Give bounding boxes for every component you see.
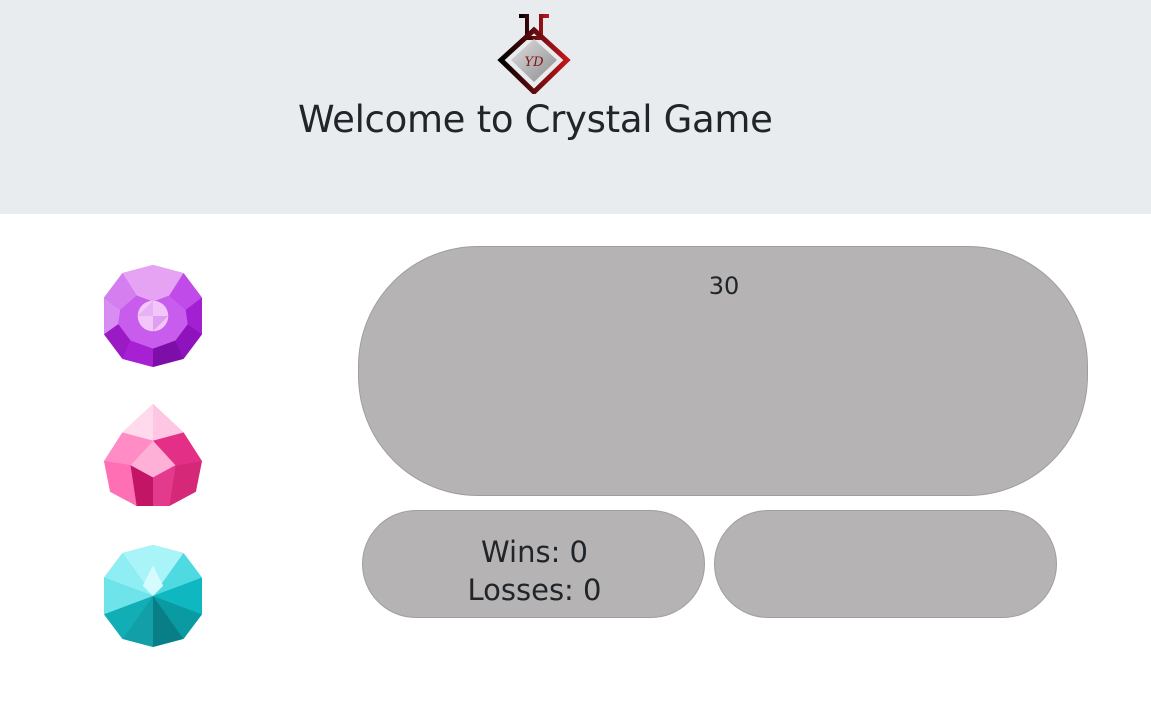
score-panel: Wins: 0 Losses: 0	[362, 510, 705, 618]
total-score-panel	[714, 510, 1057, 618]
wins-counter: Wins: 0	[480, 535, 589, 569]
target-number-panel: 30	[358, 246, 1088, 496]
header-jumbotron: YD Welcome to Crystal Game	[0, 0, 1151, 214]
purple-crystal-icon[interactable]	[102, 265, 204, 367]
pink-crystal-icon[interactable]	[102, 404, 204, 506]
page-title: Welcome to Crystal Game	[298, 98, 773, 141]
cyan-crystal-icon[interactable]	[102, 545, 204, 647]
target-number: 30	[708, 272, 740, 300]
yd-flask-logo-icon: YD	[497, 12, 571, 96]
logo-letters: YD	[524, 55, 544, 70]
losses-counter: Losses: 0	[467, 573, 602, 607]
